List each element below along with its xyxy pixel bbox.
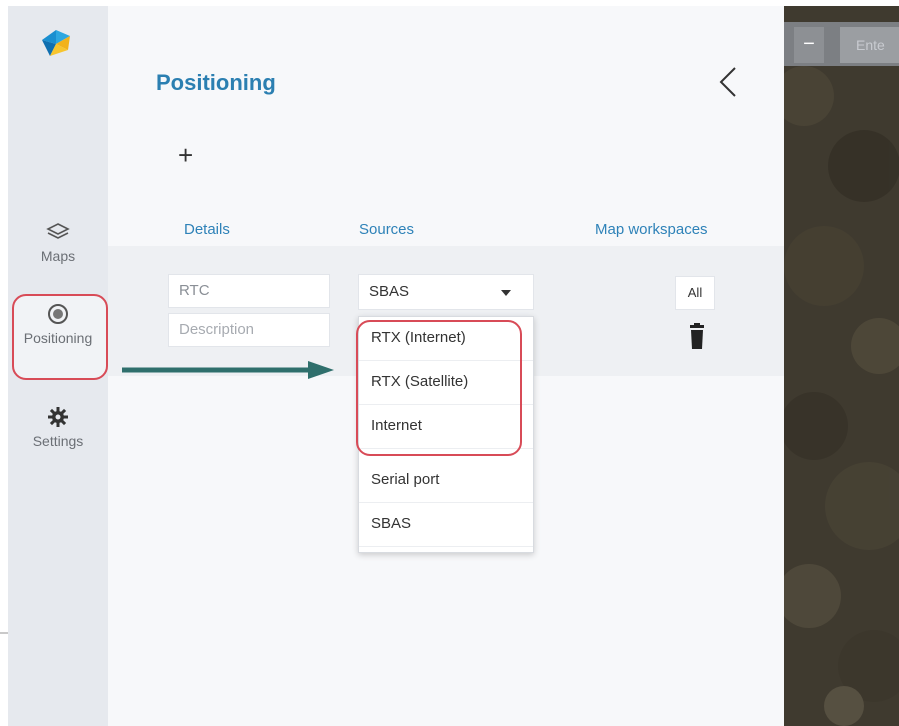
gear-icon — [46, 405, 70, 429]
dropdown-option[interactable]: SBAS — [359, 503, 533, 547]
satellite-imagery — [784, 6, 899, 726]
zoom-out-button[interactable]: − — [794, 27, 824, 63]
app-logo-icon — [38, 26, 78, 66]
dropdown-option[interactable]: Serial port — [359, 459, 533, 503]
sources-select-value: SBAS — [369, 283, 410, 300]
sidebar-item-positioning[interactable]: Positioning — [8, 302, 108, 346]
target-icon — [46, 302, 70, 326]
sources-select[interactable]: SBAS — [358, 274, 534, 310]
trash-icon[interactable] — [688, 323, 706, 351]
column-header-details[interactable]: Details — [184, 221, 230, 238]
layers-icon — [46, 220, 70, 244]
column-header-sources[interactable]: Sources — [359, 221, 414, 238]
map-search-input[interactable]: Ente — [840, 27, 899, 63]
sidebar-item-maps[interactable]: Maps — [8, 220, 108, 264]
back-chevron-icon[interactable] — [713, 62, 743, 102]
sidebar-item-label: Settings — [32, 433, 84, 449]
sidebar-item-settings[interactable]: Settings — [8, 405, 108, 449]
caret-down-icon — [501, 290, 511, 296]
column-header-map-workspaces[interactable]: Map workspaces — [595, 221, 708, 238]
map-view[interactable]: − Ente — [784, 6, 899, 726]
name-field[interactable]: RTC — [168, 274, 330, 308]
add-button[interactable]: + — [178, 142, 193, 168]
callout-arrow-icon — [122, 361, 334, 379]
rtx-options-highlight-outline — [356, 320, 522, 456]
workspaces-all-button[interactable]: All — [675, 276, 715, 310]
sidebar-item-label: Positioning — [23, 330, 93, 346]
sidebar-item-label: Maps — [40, 248, 76, 264]
description-field[interactable]: Description — [168, 313, 330, 347]
page-title: Positioning — [156, 70, 276, 95]
